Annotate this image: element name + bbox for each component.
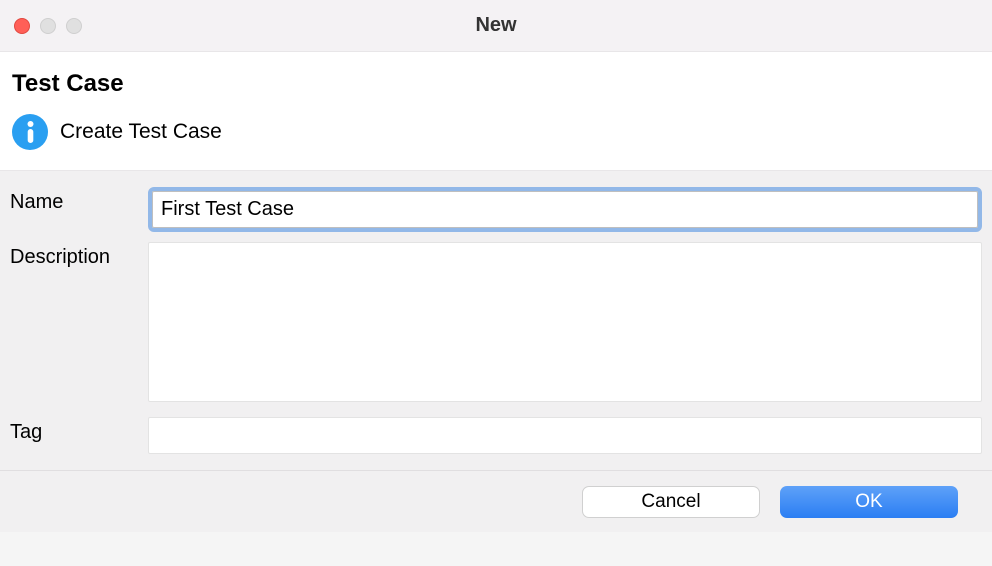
minimize-window-button[interactable] — [40, 18, 56, 34]
form-area: Name Description Tag — [0, 171, 992, 470]
window-controls — [0, 18, 82, 34]
maximize-window-button[interactable] — [66, 18, 82, 34]
header-subtitle-row: Create Test Case — [12, 114, 980, 150]
info-icon — [12, 114, 48, 150]
tag-row: Tag — [10, 417, 982, 454]
window-title: New — [0, 14, 992, 37]
titlebar: New — [0, 0, 992, 52]
ok-button[interactable]: OK — [780, 486, 958, 518]
description-textarea[interactable] — [148, 242, 982, 402]
description-row: Description — [10, 242, 982, 407]
button-bar: Cancel OK — [0, 470, 992, 532]
name-label: Name — [10, 187, 148, 214]
page-subtitle: Create Test Case — [60, 120, 222, 144]
header-panel: Test Case Create Test Case — [0, 52, 992, 171]
page-title: Test Case — [12, 70, 980, 98]
close-window-button[interactable] — [14, 18, 30, 34]
description-label: Description — [10, 242, 148, 269]
cancel-button[interactable]: Cancel — [582, 486, 760, 518]
tag-input[interactable] — [148, 417, 982, 454]
name-row: Name — [10, 187, 982, 232]
name-input-focus-ring — [148, 187, 982, 232]
tag-label: Tag — [10, 417, 148, 444]
name-input[interactable] — [152, 191, 978, 228]
